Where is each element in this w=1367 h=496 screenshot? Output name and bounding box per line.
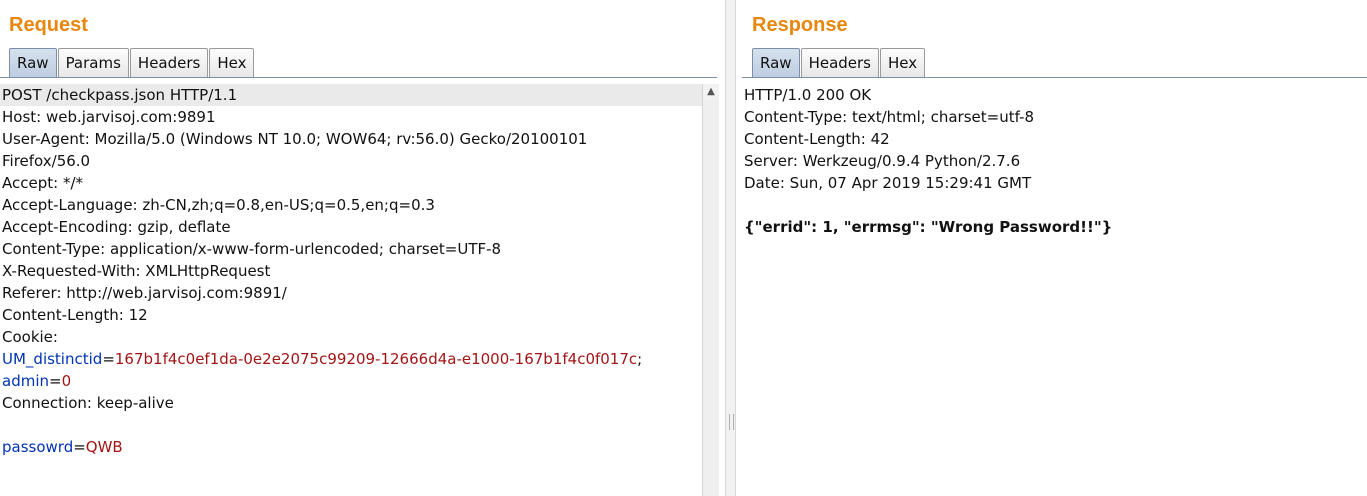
response-line: Date: Sun, 07 Apr 2019 15:29:41 GMT	[744, 174, 1032, 192]
request-pane: Request Raw Params Headers Hex POST /che…	[0, 0, 725, 496]
splitter-grip-icon[interactable]	[729, 414, 734, 430]
request-line: Content-Length: 12	[2, 306, 148, 324]
request-line: Host: web.jarvisoj.com:9891	[2, 108, 216, 126]
cookie-value: 0	[61, 372, 72, 390]
request-line: Content-Type: application/x-www-form-url…	[2, 240, 502, 258]
request-line: Cookie:	[2, 328, 58, 346]
request-line: POST /checkpass.json HTTP/1.1	[0, 84, 702, 106]
request-line: Accept-Encoding: gzip, deflate	[2, 218, 231, 236]
response-pane: Response Raw Headers Hex HTTP/1.0 200 OK…	[736, 0, 1367, 496]
request-scrollbar[interactable]: ▲	[702, 84, 719, 496]
response-tab-hex[interactable]: Hex	[880, 48, 926, 77]
request-line: X-Requested-With: XMLHttpRequest	[2, 262, 271, 280]
cookie-line: UM_distinctid=167b1f4c0ef1da-0e2e2075c99…	[2, 350, 643, 368]
pane-splitter[interactable]	[725, 0, 736, 496]
request-tab-params[interactable]: Params	[57, 48, 129, 77]
request-line: Accept-Language: zh-CN,zh;q=0.8,en-US;q=…	[2, 196, 435, 214]
request-line: Connection: keep-alive	[2, 394, 174, 412]
request-line: Firefox/56.0	[2, 152, 91, 170]
response-line: Content-Type: text/html; charset=utf-8	[744, 108, 1035, 126]
scroll-up-arrow-icon[interactable]: ▲	[703, 84, 719, 100]
request-editor[interactable]: POST /checkpass.json HTTP/1.1 Host: web.…	[0, 84, 702, 496]
request-tab-hex[interactable]: Hex	[209, 48, 255, 77]
request-tab-raw[interactable]: Raw	[9, 48, 57, 77]
request-tab-underline	[0, 77, 717, 78]
response-title: Response	[752, 14, 848, 36]
request-line: Referer: http://web.jarvisoj.com:9891/	[2, 284, 287, 302]
request-title: Request	[9, 14, 88, 36]
cookie-name: UM_distinctid	[2, 350, 103, 368]
response-tabs: Raw Headers Hex	[752, 48, 926, 77]
response-editor[interactable]: HTTP/1.0 200 OK Content-Type: text/html;…	[742, 84, 1362, 496]
response-tab-underline	[742, 77, 1367, 78]
response-body: {"errid": 1, "errmsg": "Wrong Password!!…	[744, 218, 1113, 236]
body-param-name: passowrd	[2, 438, 74, 456]
response-line: Content-Length: 42	[744, 130, 890, 148]
request-tab-headers[interactable]: Headers	[129, 48, 209, 77]
response-line: Server: Werkzeug/0.9.4 Python/2.7.6	[744, 152, 1021, 170]
body-line: passowrd=QWB	[2, 438, 123, 456]
response-tab-raw[interactable]: Raw	[752, 48, 800, 77]
request-tabs: Raw Params Headers Hex	[9, 48, 255, 77]
request-line: Accept: */*	[2, 174, 83, 192]
request-line: User-Agent: Mozilla/5.0 (Windows NT 10.0…	[2, 130, 588, 148]
cookie-separator: ;	[637, 350, 643, 368]
body-param-value: QWB	[85, 438, 123, 456]
response-line: HTTP/1.0 200 OK	[744, 86, 872, 104]
response-tab-headers[interactable]: Headers	[800, 48, 879, 77]
cookie-name: admin	[2, 372, 49, 390]
cookie-line: admin=0	[2, 372, 72, 390]
cookie-value: 167b1f4c0ef1da-0e2e2075c99209-12666d4a-e…	[114, 350, 638, 368]
